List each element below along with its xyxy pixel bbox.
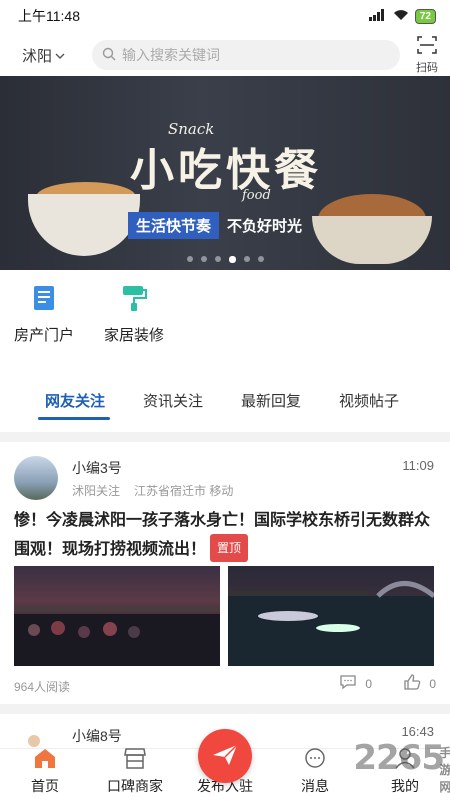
- paint-roller-icon: [118, 282, 150, 314]
- watermark-text: 2265: [353, 738, 445, 778]
- nav-publish[interactable]: 发布入驻: [180, 729, 270, 800]
- promo-banner[interactable]: Snack 小吃快餐 food 生活快节奏 不负好时光: [0, 76, 450, 270]
- tab-latest-reply[interactable]: 最新回复: [222, 380, 320, 424]
- bottom-nav: 首页 口碑商家 发布入驻 消息 我的 2265 手游网: [0, 729, 450, 800]
- city-label: 沭阳: [22, 47, 53, 65]
- post-author[interactable]: 小编3号: [72, 458, 122, 478]
- pagination-dot[interactable]: [186, 256, 193, 262]
- status-bar: 上午11:48 72: [0, 0, 450, 32]
- pagination-dot[interactable]: [228, 256, 236, 263]
- banner-pagination: [0, 256, 450, 263]
- post-image[interactable]: [228, 566, 436, 666]
- comment-count: 0: [365, 676, 372, 691]
- wifi-icon: [393, 9, 409, 24]
- post-time: 16:43: [401, 724, 434, 739]
- building-icon: [28, 282, 60, 314]
- nav-merchants-label: 口碑商家: [107, 778, 163, 794]
- watermark-logo: 2265 手游网: [353, 738, 450, 794]
- nav-mine-label: 我的: [391, 778, 419, 794]
- comment-button[interactable]: 0: [339, 674, 372, 693]
- comment-icon: [339, 674, 357, 693]
- signal-icon: [368, 8, 387, 24]
- quick-links: 房产门户 家居装修: [0, 282, 450, 362]
- quick-link-decoration[interactable]: 家居装修: [100, 282, 168, 362]
- quick-link-label: 房产门户: [13, 327, 74, 344]
- pagination-dot[interactable]: [200, 256, 207, 262]
- scan-button[interactable]: 扫码: [416, 35, 438, 75]
- pagination-dot[interactable]: [257, 256, 264, 262]
- divider: [0, 704, 450, 714]
- read-count: 964人阅读: [14, 680, 71, 694]
- divider: [0, 432, 450, 442]
- tab-news-follow[interactable]: 资讯关注: [124, 380, 222, 424]
- nav-messages-label: 消息: [301, 778, 329, 794]
- bowl-image: [28, 194, 140, 256]
- pagination-dot[interactable]: [214, 256, 221, 262]
- top-bar: 沭阳 输入搜索关键词 扫码: [0, 34, 450, 76]
- banner-slogan-b: 不负好时光: [227, 218, 303, 235]
- status-time: 上午11:48: [18, 8, 80, 24]
- store-icon: [123, 747, 147, 772]
- pagination-dot[interactable]: [243, 256, 250, 262]
- banner-food-text: food: [242, 188, 271, 203]
- post-card[interactable]: 小编3号 沭阳关注 江苏省宿迁市 移动 11:09 惨！今凌晨沭阳一孩子落水身亡…: [0, 442, 450, 704]
- like-button[interactable]: 0: [403, 674, 436, 693]
- message-icon: [303, 747, 327, 772]
- banner-slogan-a: 生活快节奏: [128, 212, 220, 239]
- status-icons: 72: [368, 8, 436, 24]
- search-placeholder: 输入搜索关键词: [122, 47, 220, 63]
- post-author[interactable]: 小编8号: [72, 726, 122, 746]
- post-location: 江苏省宿迁市 移动: [134, 484, 234, 498]
- publish-button[interactable]: [198, 729, 252, 783]
- thumbs-up-icon: [403, 674, 421, 693]
- tab-video-posts[interactable]: 视频帖子: [320, 380, 418, 424]
- banner-title: 小吃快餐: [130, 145, 322, 196]
- nav-home-label: 首页: [31, 778, 59, 794]
- quick-link-house[interactable]: 房产门户: [10, 282, 78, 362]
- battery-indicator: 72: [414, 8, 436, 24]
- post-title[interactable]: 惨！今凌晨沭阳一孩子落水身亡！国际学校东桥引无数群众围观！现场打捞视频流出！ 置顶: [14, 508, 434, 563]
- scan-icon: [417, 35, 437, 57]
- post-section: 沭阳关注: [72, 484, 121, 498]
- feed-tabs: 网友关注 资讯关注 最新回复 视频帖子: [0, 380, 450, 424]
- chevron-down-icon: [55, 47, 65, 64]
- post-image[interactable]: [14, 566, 220, 666]
- city-selector[interactable]: 沭阳: [22, 45, 92, 66]
- watermark-sub: 手游网: [439, 746, 450, 794]
- tab-friends-follow[interactable]: 网友关注: [26, 380, 124, 424]
- avatar[interactable]: [14, 456, 58, 500]
- search-icon: [102, 47, 116, 64]
- nav-home[interactable]: 首页: [0, 749, 90, 800]
- like-count: 0: [429, 676, 436, 691]
- paper-plane-icon: [211, 743, 239, 770]
- quick-link-label: 家居装修: [103, 327, 164, 344]
- post-time: 11:09: [402, 458, 434, 473]
- search-input[interactable]: 输入搜索关键词: [92, 40, 400, 70]
- banner-slogan: 生活快节奏 不负好时光: [128, 212, 302, 239]
- nav-messages[interactable]: 消息: [270, 747, 360, 800]
- home-icon: [33, 747, 57, 772]
- scan-label: 扫码: [416, 61, 438, 74]
- nav-merchants[interactable]: 口碑商家: [90, 747, 180, 800]
- pinned-badge: 置顶: [210, 534, 249, 562]
- post-meta: 沭阳关注 江苏省宿迁市 移动: [72, 482, 233, 499]
